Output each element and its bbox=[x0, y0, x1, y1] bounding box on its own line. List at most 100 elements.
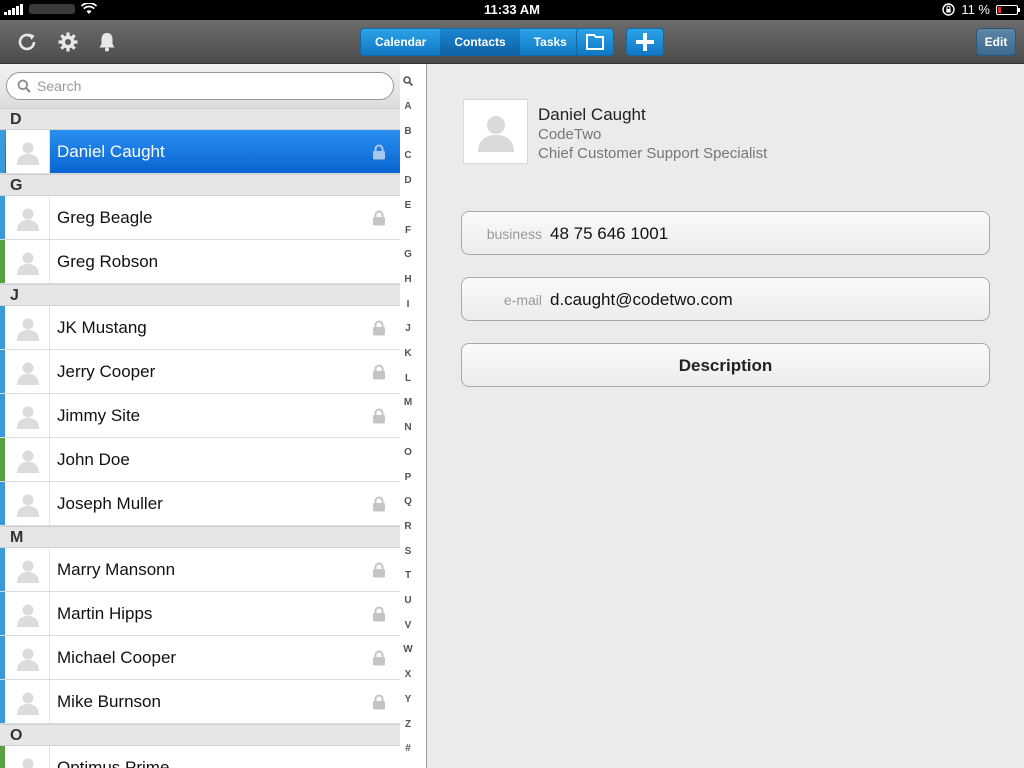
contact-row-name: Jerry Cooper bbox=[57, 362, 156, 381]
index-letter[interactable]: W bbox=[400, 644, 416, 655]
business-phone-value[interactable]: 48 75 646 1001 bbox=[550, 224, 668, 244]
index-letter[interactable]: L bbox=[400, 373, 416, 384]
contact-row[interactable]: Marry Mansonn bbox=[0, 548, 400, 592]
bell-icon[interactable] bbox=[95, 30, 119, 54]
index-letter[interactable]: Q bbox=[400, 496, 416, 507]
rotation-lock-icon bbox=[942, 3, 956, 16]
contact-row[interactable]: Jerry Cooper bbox=[0, 350, 400, 394]
contact-detail-pane: Daniel Caught CodeTwo Chief Customer Sup… bbox=[428, 64, 1024, 768]
lock-icon bbox=[372, 320, 386, 341]
section-header: G bbox=[0, 174, 400, 196]
category-color-bar bbox=[0, 438, 5, 481]
search-input[interactable] bbox=[37, 78, 367, 94]
category-color-bar bbox=[0, 240, 5, 283]
contact-row[interactable]: Michael Cooper bbox=[0, 636, 400, 680]
status-right: 11 % bbox=[942, 2, 1020, 17]
index-letter[interactable]: B bbox=[400, 126, 416, 137]
alphabet-index[interactable]: A B C D E F G H I J K L M N O P Q R S T U V W X Y Z # bbox=[400, 64, 426, 768]
avatar-icon bbox=[6, 592, 50, 635]
avatar-icon bbox=[6, 482, 50, 525]
avatar-icon bbox=[6, 306, 50, 349]
index-letter[interactable]: G bbox=[400, 249, 416, 260]
index-letter[interactable]: E bbox=[400, 200, 416, 211]
contact-row-name: John Doe bbox=[57, 450, 130, 469]
email-value[interactable]: d.caught@codetwo.com bbox=[550, 290, 733, 310]
email-label: e-mail bbox=[503, 292, 542, 308]
section-header: D bbox=[0, 108, 400, 130]
contact-row[interactable]: John Doe bbox=[0, 438, 400, 482]
index-search-icon[interactable] bbox=[400, 76, 416, 89]
tab-contacts[interactable]: Contacts bbox=[440, 29, 520, 55]
category-color-bar bbox=[0, 306, 5, 349]
contact-row[interactable]: Optimus Prime bbox=[0, 746, 400, 768]
index-letter[interactable]: I bbox=[400, 299, 416, 310]
contact-row-name: Jimmy Site bbox=[57, 406, 141, 425]
contact-photo[interactable] bbox=[463, 99, 528, 164]
index-letter[interactable]: H bbox=[400, 274, 416, 285]
index-letter[interactable]: V bbox=[400, 620, 416, 631]
email-field[interactable]: e-mail d.caught@codetwo.com bbox=[461, 277, 990, 321]
contact-row[interactable]: Daniel Caught bbox=[0, 130, 400, 174]
index-letter[interactable]: C bbox=[400, 150, 416, 161]
folder-button[interactable] bbox=[576, 28, 614, 56]
business-phone-label: business bbox=[486, 226, 542, 242]
lock-icon bbox=[372, 144, 386, 165]
index-letter[interactable]: X bbox=[400, 669, 416, 680]
search-bar bbox=[0, 64, 400, 108]
battery-icon bbox=[996, 4, 1020, 15]
lock-icon bbox=[372, 364, 386, 385]
section-header: M bbox=[0, 526, 400, 548]
category-color-bar bbox=[0, 394, 5, 437]
index-letter[interactable]: A bbox=[400, 101, 416, 112]
add-contact-button[interactable] bbox=[626, 28, 664, 56]
avatar-icon bbox=[6, 130, 50, 173]
contact-row-name: JK Mustang bbox=[57, 318, 147, 337]
section-header: O bbox=[0, 724, 400, 746]
lock-icon bbox=[372, 650, 386, 671]
index-letter[interactable]: F bbox=[400, 225, 416, 236]
index-letter[interactable]: # bbox=[400, 743, 416, 754]
index-letter[interactable]: K bbox=[400, 348, 416, 359]
contact-row[interactable]: Martin Hipps bbox=[0, 592, 400, 636]
avatar-icon bbox=[6, 350, 50, 393]
index-letter[interactable]: S bbox=[400, 546, 416, 557]
contact-row-name: Marry Mansonn bbox=[57, 560, 176, 579]
index-letter[interactable]: D bbox=[400, 175, 416, 186]
index-letter[interactable]: R bbox=[400, 521, 416, 532]
contact-row[interactable]: Jimmy Site bbox=[0, 394, 400, 438]
contact-row-name: Joseph Muller bbox=[57, 494, 163, 513]
contact-row[interactable]: Greg Robson bbox=[0, 240, 400, 284]
contact-row[interactable]: Mike Burnson bbox=[0, 680, 400, 724]
contact-row[interactable]: Greg Beagle bbox=[0, 196, 400, 240]
tab-tasks[interactable]: Tasks bbox=[519, 29, 581, 55]
index-letter[interactable]: O bbox=[400, 447, 416, 458]
avatar-icon bbox=[6, 636, 50, 679]
description-button[interactable]: Description bbox=[461, 343, 990, 387]
contact-row[interactable]: JK Mustang bbox=[0, 306, 400, 350]
contact-row-name: Mike Burnson bbox=[57, 692, 161, 711]
section-header: J bbox=[0, 284, 400, 306]
index-letter[interactable]: U bbox=[400, 595, 416, 606]
contact-job-title: Chief Customer Support Specialist bbox=[538, 145, 768, 162]
avatar-icon bbox=[6, 438, 50, 481]
index-letter[interactable]: J bbox=[400, 323, 416, 334]
category-color-bar bbox=[0, 636, 5, 679]
contact-row[interactable]: Joseph Muller bbox=[0, 482, 400, 526]
gear-icon[interactable] bbox=[56, 30, 80, 54]
view-switcher: Calendar Contacts Tasks bbox=[360, 28, 582, 56]
contact-row-name: Michael Cooper bbox=[57, 648, 177, 667]
index-letter[interactable]: Y bbox=[400, 694, 416, 705]
avatar-icon bbox=[6, 196, 50, 239]
index-letter[interactable]: Z bbox=[400, 719, 416, 730]
index-letter[interactable]: N bbox=[400, 422, 416, 433]
business-phone-field[interactable]: business 48 75 646 1001 bbox=[461, 211, 990, 255]
refresh-icon[interactable] bbox=[15, 30, 39, 54]
index-letter[interactable]: M bbox=[400, 397, 416, 408]
plus-icon bbox=[636, 33, 654, 51]
category-color-bar bbox=[0, 196, 5, 239]
tab-calendar[interactable]: Calendar bbox=[361, 29, 441, 55]
index-letter[interactable]: P bbox=[400, 472, 416, 483]
edit-button[interactable]: Edit bbox=[976, 28, 1016, 56]
index-letter[interactable]: T bbox=[400, 570, 416, 581]
contact-list: D Daniel Caught G Greg Beagle Greg Robson J JK… bbox=[0, 108, 400, 768]
